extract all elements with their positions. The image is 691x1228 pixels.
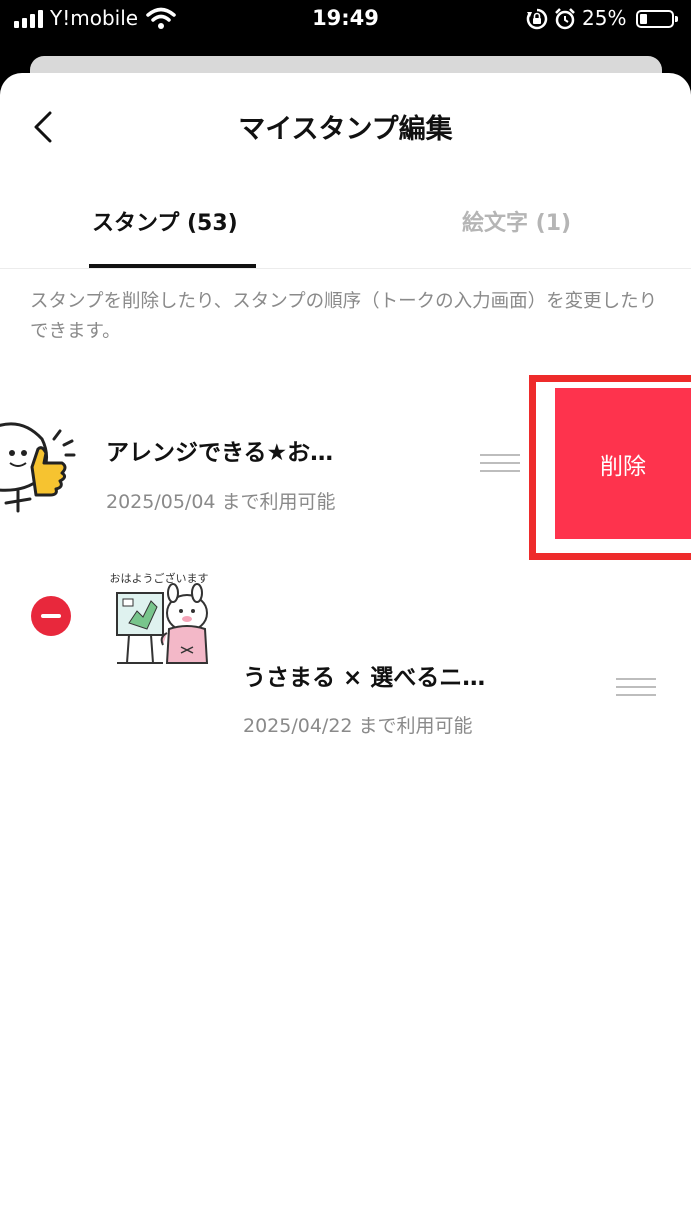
stamp-thumbnail: おはようございます [110,571,209,664]
remove-icon[interactable] [31,596,71,636]
page-title: マイスタンプ編集 [238,114,453,145]
stamp-expiry: 2025/04/22 まで利用可能 [243,715,473,737]
battery-percent: 25% [582,6,627,30]
tab-stamps[interactable]: スタンプ (53) [92,205,238,237]
rotation-lock-icon [526,8,548,30]
highlight-box [529,375,691,560]
my-stamp-edit-sheet: マイスタンプ編集 スタンプ (53) 絵文字 (1) スタンプを削除したり、スタ… [0,73,691,1228]
stamp-row[interactable]: おはようございます うさまる × 選べるニ… 2025/04/22 まで利用可能 [0,553,691,737]
stamp-caption: おはようございます [110,571,209,585]
drag-handle-icon[interactable] [480,454,520,476]
stamp-name: うさまる × 選べるニ… [243,665,486,691]
stamp-thumbnail [0,422,76,513]
stamp-name: アレンジできる★お… [106,440,334,466]
tab-emoji[interactable]: 絵文字 (1) [462,205,571,237]
tab-divider [0,268,691,269]
battery-icon [636,10,678,28]
alarm-icon [555,8,575,30]
description-text: スタンプを削除したり、スタンプの順序（トークの入力画面）を変更したりできます。 [30,291,658,342]
stamp-expiry: 2025/05/04 まで利用可能 [106,491,336,513]
status-bar: Y!mobile 19:49 25% [0,0,691,44]
drag-handle-icon[interactable] [616,678,656,700]
